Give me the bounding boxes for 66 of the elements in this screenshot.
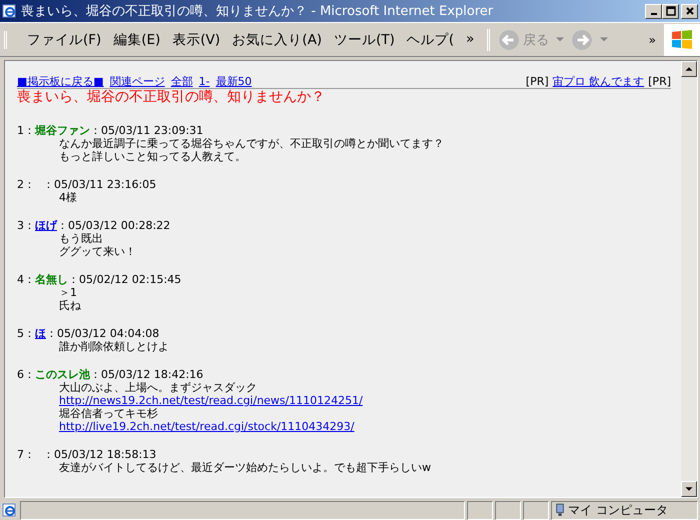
- post-number: 4：: [17, 273, 35, 286]
- post-date: ：05/03/12 18:58:13: [43, 448, 156, 461]
- post-number: 2：: [17, 178, 35, 191]
- nav-link[interactable]: 1-: [198, 75, 210, 88]
- post-text: 大山のぶよ、上場へ。まずジャスダック: [59, 381, 257, 394]
- menu-item[interactable]: お気に入り(A): [226, 30, 328, 48]
- thread-title: 喪まいら、堀谷の不正取引の噂、知りませんか？: [17, 89, 326, 106]
- poster-name: このスレ池: [35, 368, 90, 381]
- post-text: 4様: [59, 191, 77, 204]
- close-button[interactable]: [681, 4, 698, 18]
- browser-page-icon: [2, 3, 18, 19]
- menu-item[interactable]: 表示(V): [166, 30, 226, 48]
- scroll-up-icon[interactable]: [681, 61, 697, 77]
- post-text: 堀谷信者ってキモ杉: [59, 407, 158, 420]
- post-text: なんか最近調子に乗ってる堀谷ちゃんですが、不正取引の噂とか聞いてます？: [59, 137, 444, 150]
- status-pane: [495, 500, 521, 520]
- post-number: 1：: [17, 124, 35, 137]
- post-number: 7：: [17, 448, 35, 461]
- nav-link[interactable]: ■掲示板に戻る■: [17, 75, 104, 88]
- maximize-button[interactable]: [662, 4, 679, 18]
- post-text: 友達がバイトしてるけど、最近ダーツ始めたらしいよ。でも超下手らしいw: [59, 461, 431, 474]
- vertical-scrollbar[interactable]: [681, 61, 697, 497]
- status-pane: [467, 500, 493, 520]
- minimize-button[interactable]: [645, 4, 662, 18]
- post-text: 誰か削除依頼しとけよ: [59, 340, 169, 353]
- post-date: ：05/03/11 23:09:31: [90, 124, 204, 137]
- post-date: ：05/03/12 00:28:22: [57, 219, 170, 232]
- post-text: ＞1: [59, 286, 77, 299]
- poster-name-link[interactable]: ほ: [35, 327, 46, 340]
- page-status-icon: [2, 502, 18, 518]
- window-title: 喪まいら、堀谷の不正取引の噂、知りませんか？ - Microsoft Internet Explorer: [21, 3, 494, 20]
- post-text: もう既出: [59, 232, 103, 245]
- close-icon: [684, 6, 694, 16]
- nav-link[interactable]: 全部: [170, 75, 193, 88]
- menu-item[interactable]: »: [460, 30, 480, 48]
- post-link[interactable]: http://news19.2ch.net/test/read.cgi/news/1110124251/: [59, 394, 363, 407]
- post-date: ：05/03/12 04:04:08: [46, 327, 160, 340]
- scroll-down-icon[interactable]: [681, 481, 697, 497]
- maximize-icon: [666, 6, 676, 16]
- menu-item[interactable]: ヘルプ(: [400, 30, 460, 48]
- menu-item[interactable]: ツール(T): [328, 30, 401, 48]
- post-link[interactable]: http://live19.2ch.net/test/read.cgi/stock/1110434293/: [59, 420, 354, 433]
- post-number: 6：: [17, 368, 35, 381]
- poster-name: 堀谷ファン: [35, 124, 90, 137]
- status-pane: [523, 500, 549, 520]
- pr-label: [PR]: [526, 75, 549, 88]
- poster-name: 名無し: [35, 273, 68, 286]
- post-text: ググッて来い！: [59, 245, 136, 258]
- pr-label: [PR]: [648, 75, 671, 88]
- post-number: 3：: [17, 219, 35, 232]
- post-date: ：05/02/12 02:15:45: [68, 273, 182, 286]
- menu-item[interactable]: ファイル(F): [21, 30, 108, 48]
- computer-icon: [555, 503, 565, 517]
- menu-item[interactable]: 編集(E): [107, 30, 166, 48]
- toolbar-overflow[interactable]: »: [648, 32, 656, 46]
- poster-name-link[interactable]: ほげ: [35, 219, 57, 232]
- security-zone: マイ コンピュータ: [568, 502, 668, 518]
- minimize-icon: [650, 13, 656, 15]
- post-text: もっと詳しいこと知ってる人教えて。: [59, 150, 246, 163]
- post-text: 氏ね: [59, 299, 81, 312]
- ad-link[interactable]: 宙プロ 飲んでます: [552, 75, 644, 88]
- nav-link[interactable]: 関連ページ: [110, 75, 165, 88]
- post-number: 5：: [17, 327, 35, 340]
- post-date: ：05/03/11 23:16:05: [43, 178, 156, 191]
- nav-link[interactable]: 最新50: [216, 75, 252, 88]
- post-date: ：05/03/12 18:42:16: [90, 368, 204, 381]
